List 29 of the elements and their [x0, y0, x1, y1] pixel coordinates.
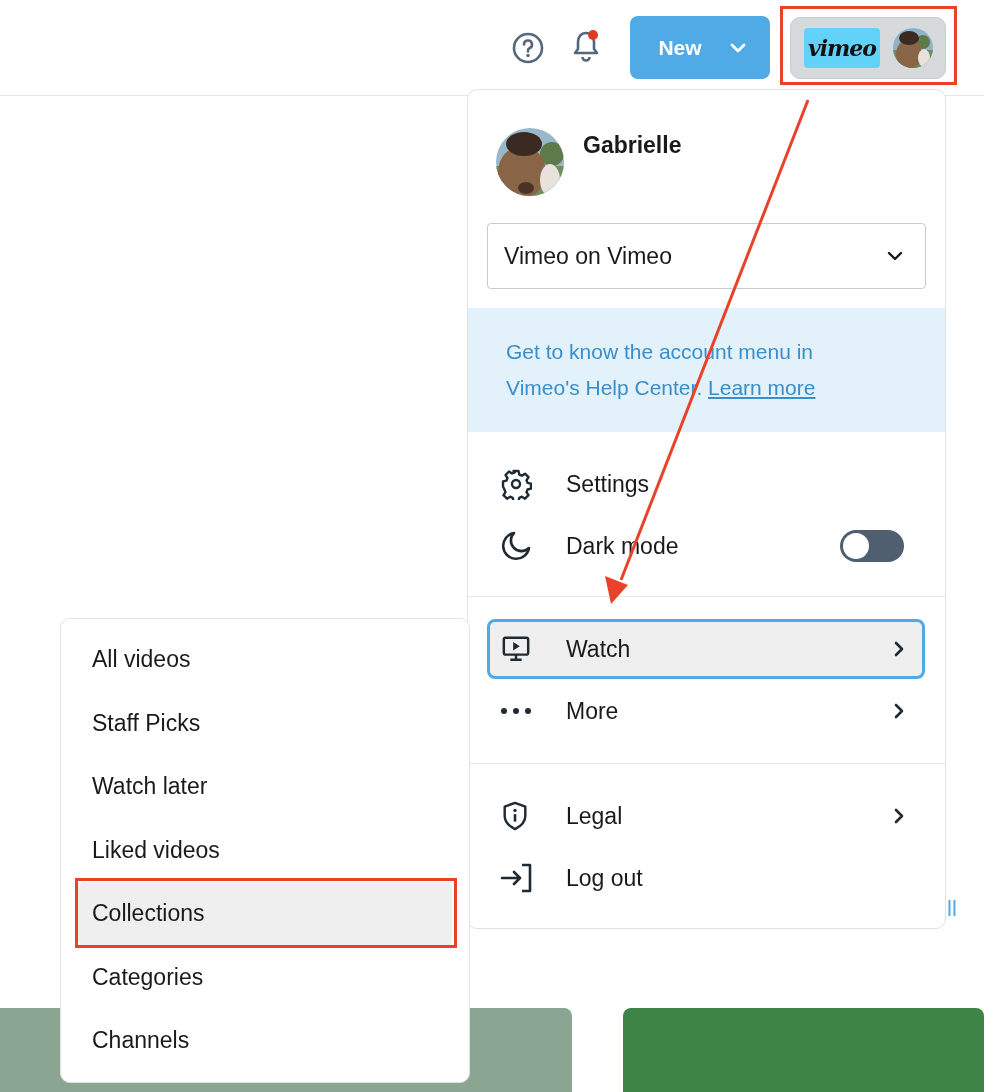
- chevron-right-icon: [894, 808, 904, 824]
- submenu-item[interactable]: Channels: [78, 1009, 452, 1073]
- account-button[interactable]: vimeo: [790, 16, 946, 79]
- menu-item[interactable]: Log out: [487, 848, 925, 908]
- chevron-down-icon: [887, 251, 903, 261]
- more-dots-icon: [500, 707, 532, 715]
- menu-item[interactable]: Watch: [487, 619, 925, 679]
- help-icon[interactable]: [512, 31, 544, 64]
- submenu-item[interactable]: Watch later: [78, 755, 452, 819]
- vimeo-logo: vimeo: [804, 27, 880, 68]
- gear-icon: [500, 468, 532, 500]
- menu-item[interactable]: More: [487, 681, 925, 741]
- monitor-play-icon: [500, 634, 532, 664]
- dark-mode-toggle[interactable]: [840, 530, 904, 562]
- menu-item[interactable]: Settings: [487, 454, 925, 514]
- user-name: Gabrielle: [583, 132, 682, 159]
- chevron-down-icon: [729, 42, 746, 53]
- chevron-right-icon: [894, 641, 904, 657]
- submenu-item[interactable]: Staff Picks: [78, 691, 452, 755]
- chevron-right-icon: [894, 703, 904, 719]
- team-select[interactable]: Vimeo on Vimeo: [487, 223, 926, 289]
- shield-info-icon: [500, 799, 530, 833]
- log-out-icon: [500, 862, 534, 894]
- menu-item[interactable]: Legal: [487, 786, 925, 846]
- moon-icon: [500, 530, 532, 562]
- submenu-item[interactable]: Collections: [78, 882, 452, 946]
- submenu-item[interactable]: Categories: [78, 945, 452, 1009]
- submenu-item[interactable]: All videos: [78, 628, 452, 692]
- submenu-item[interactable]: Liked videos: [78, 818, 452, 882]
